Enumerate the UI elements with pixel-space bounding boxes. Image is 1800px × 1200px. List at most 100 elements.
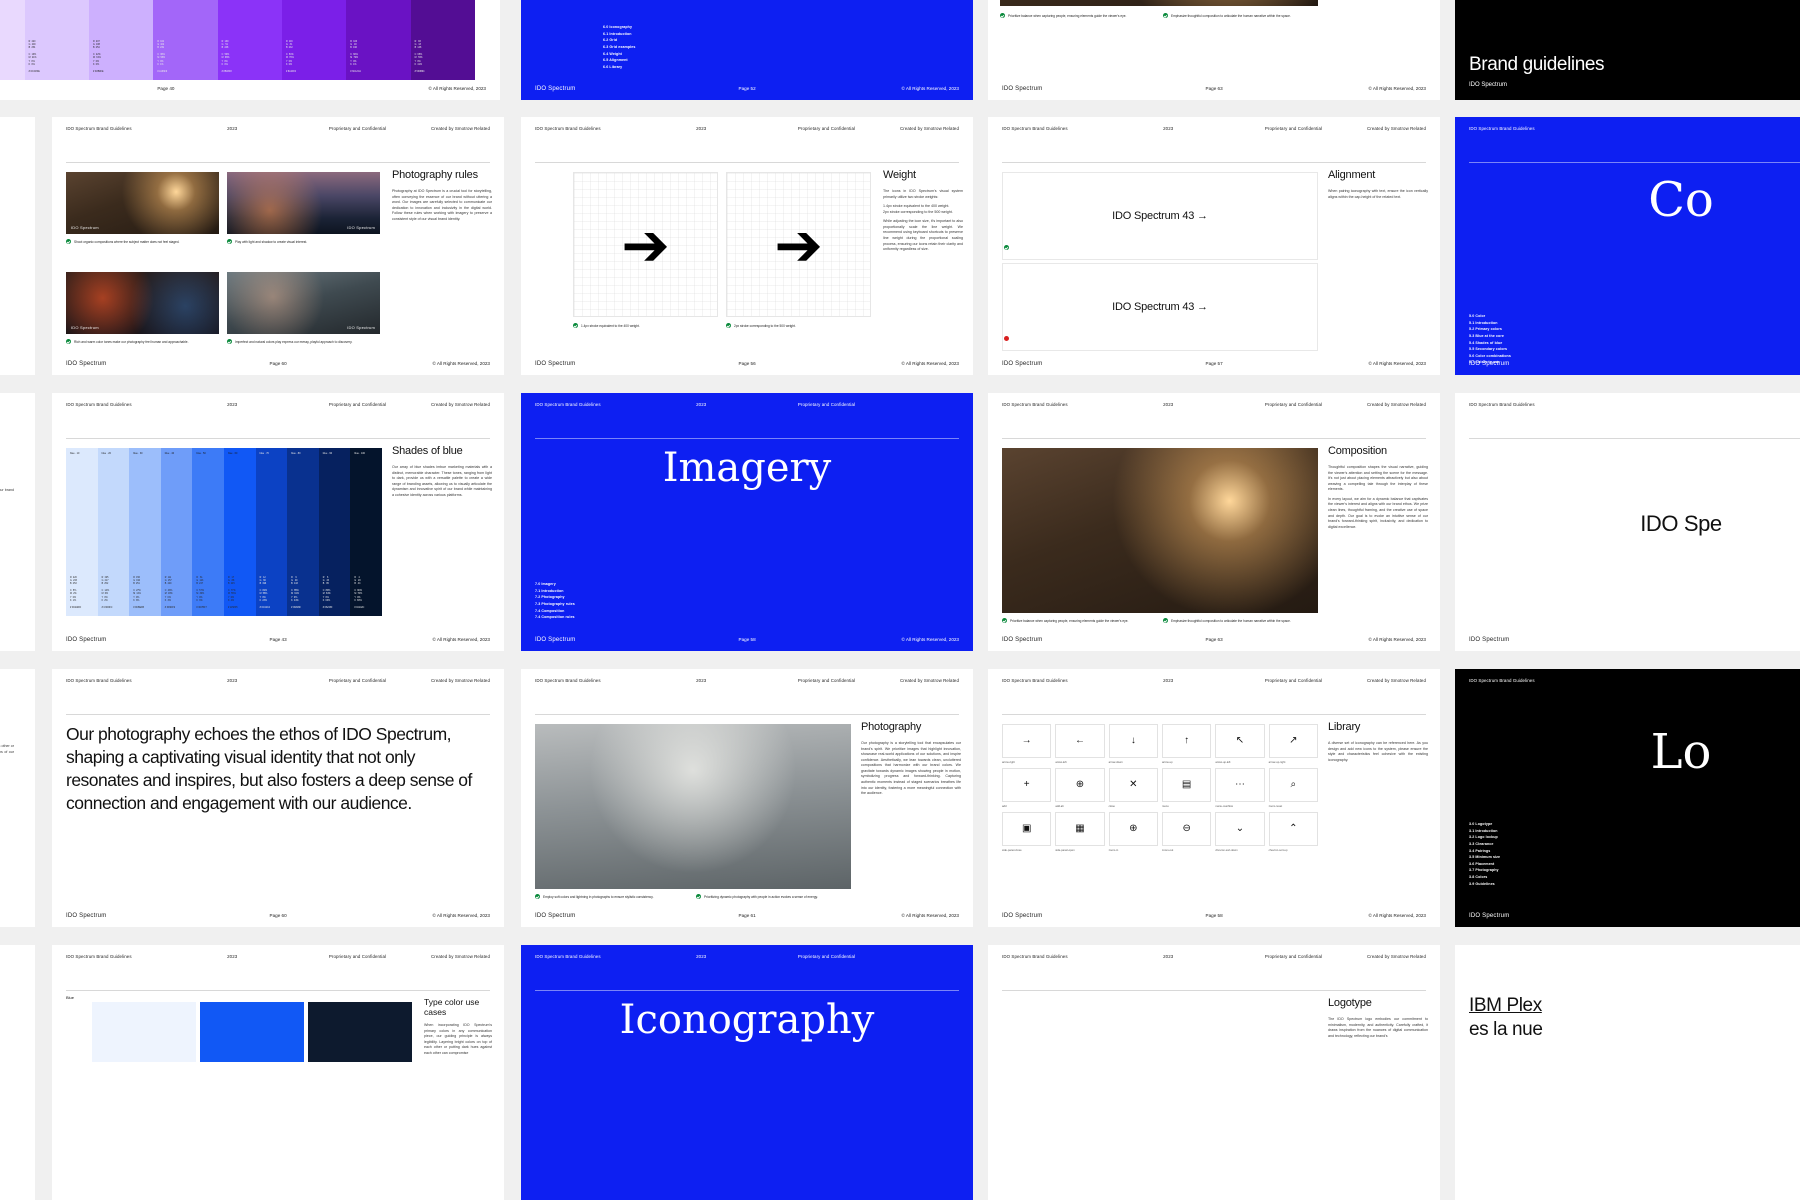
icon-library-cell[interactable]: ⊕ add-alt bbox=[1055, 768, 1105, 808]
zoom-in-icon[interactable]: ⊕ bbox=[1108, 812, 1158, 846]
menu-overflow-icon[interactable]: ⋯ bbox=[1215, 768, 1265, 802]
icon-library-cell[interactable]: ✕ close bbox=[1108, 768, 1158, 808]
toc-item[interactable]: 3.3 Clearance bbox=[1469, 841, 1500, 848]
slide-library[interactable]: IDO Spectrum Brand Guidelines 2023 Propr… bbox=[988, 669, 1440, 927]
arrow-up-left-icon[interactable]: ↖ bbox=[1215, 724, 1265, 758]
toc-item[interactable]: 6.1 Introduction bbox=[603, 31, 635, 38]
icon-library-cell[interactable]: ↖ arrow-up-left bbox=[1215, 724, 1265, 764]
color-swatch[interactable]: blue · 100 R 4 G 20 B 44 C 90% M 70% Y 0%… bbox=[350, 448, 382, 616]
color-swatch[interactable]: blue · 80 R 9 G 49 B 143 C 85% M 61% Y 0%… bbox=[287, 448, 319, 616]
toc-item[interactable]: 7.4 Composition rules bbox=[535, 614, 575, 621]
slide-imagery-divider[interactable]: IDO Spectrum Brand Guidelines 2023 Propr… bbox=[521, 393, 973, 651]
icon-library-cell[interactable]: ▤ menu bbox=[1161, 768, 1212, 808]
slide-type-rules-cut[interactable]: should be used when a hierarchy of text … bbox=[0, 393, 35, 651]
arrow-down-icon[interactable]: ↓ bbox=[1108, 724, 1158, 758]
icon-library-cell[interactable]: ▣ side-panel-close bbox=[1002, 812, 1052, 852]
toc-item[interactable]: 6.4 Weight bbox=[603, 51, 635, 58]
slide-iconography-divider[interactable]: 6.0 Iconography 6.1 Introduction 6.2 Grid 6… bbox=[521, 0, 973, 100]
color-swatch[interactable]: blue · 30 R 156 G 190 B 251 C 27% M 11% Y… bbox=[129, 448, 161, 616]
color-swatch[interactable]: R 106 G 18 B 196 C 60% M 79% Y 0% K 1% #… bbox=[346, 0, 411, 80]
zoom-out-icon[interactable]: ⊖ bbox=[1161, 812, 1212, 846]
add-alt-icon[interactable]: ⊕ bbox=[1055, 768, 1105, 802]
toc-item[interactable]: 5.4 Shades of blue bbox=[1469, 340, 1511, 347]
slide-type-color-use-cases[interactable]: IDO Spectrum Brand Guidelines 2023 Propr… bbox=[52, 945, 504, 1200]
icon-library-cell[interactable]: + add bbox=[1002, 768, 1052, 808]
toc-item[interactable]: 3.5 Minimum size bbox=[1469, 854, 1500, 861]
color-swatch[interactable]: R 207 G 188 B 254 C 22% M 31% Y 0% K 0% … bbox=[88, 0, 154, 80]
icon-library-cell[interactable]: ⌕ zoom-reset bbox=[1268, 768, 1318, 808]
slide-photography-rules[interactable]: IDO Spectrum Brand Guidelines 2023 Propr… bbox=[52, 117, 504, 375]
slide-shades-of-blue[interactable]: IDO Spectrum Brand Guidelines 2023 Propr… bbox=[52, 393, 504, 651]
close-icon[interactable]: ✕ bbox=[1108, 768, 1158, 802]
side-panel-close-icon[interactable]: ▣ bbox=[1002, 812, 1052, 846]
color-swatch[interactable]: blue · 10 R 220 G 233 B 253 C 5% M 2% Y 0… bbox=[66, 448, 98, 616]
chevron-sort-down-icon[interactable]: ⌄ bbox=[1215, 812, 1265, 846]
menu-icon[interactable]: ▤ bbox=[1161, 768, 1212, 802]
toc-item[interactable]: 3.2 Logo lockup bbox=[1469, 834, 1500, 841]
slide-spectrum-type[interactable]: IDO Spectrum Brand Guidelines IDO Spe ID… bbox=[1455, 393, 1800, 651]
toc-item[interactable]: 3.6 Placement bbox=[1469, 861, 1500, 868]
toc-item[interactable]: 6.2 Grid bbox=[603, 37, 635, 44]
slide-bottom-left-cut[interactable]: colors bbox=[0, 945, 35, 1200]
slide-photography[interactable]: IDO Spectrum Brand Guidelines 2023 Propr… bbox=[521, 669, 973, 927]
icon-library-cell[interactable]: ⌃ chevron-sort-up bbox=[1268, 812, 1318, 852]
slide-logotype[interactable]: IDO Spectrum Brand Guidelines 2023 Propr… bbox=[988, 945, 1440, 1200]
color-swatch[interactable]: blue · 90 R 6 G 33 B 95 C 89% M 64% Y 0% … bbox=[318, 448, 351, 616]
color-swatch[interactable]: blue · 50 R 61 G 123 B 247 C 57% M 30% Y … bbox=[192, 448, 224, 616]
icon-library-cell[interactable]: ↑ arrow-up bbox=[1161, 724, 1212, 764]
toc-item[interactable]: 7.3 Photography rules bbox=[535, 601, 575, 608]
icon-library-cell[interactable]: ⊖ zoom-out bbox=[1161, 812, 1212, 852]
color-swatch[interactable]: R 119 G 31 B 232 C 54% M 76% Y 0% K 0% #… bbox=[281, 0, 347, 80]
color-swatch[interactable]: R 220 G 200 B 254 C 13% M 21% Y 0% K 0% … bbox=[24, 0, 89, 80]
toc-item[interactable]: 5.2 Primary colors bbox=[1469, 326, 1511, 333]
add-icon[interactable]: + bbox=[1002, 768, 1052, 802]
color-swatch[interactable]: R 139 G 51 B 248 C 50% M 68% Y 0% K 0% #… bbox=[217, 0, 282, 80]
icon-library-cell[interactable]: ⌄ chevron-sort-down bbox=[1215, 812, 1265, 852]
toc-item[interactable]: 3.8 Colors bbox=[1469, 874, 1500, 881]
toc-item[interactable]: 5.3 Blue at the core bbox=[1469, 333, 1511, 340]
slide-purple-palette[interactable]: R 243 G 226 B 255 C 5% M 11% Y 0% K 0% #… bbox=[0, 0, 500, 100]
arrow-up-icon[interactable]: ↑ bbox=[1161, 724, 1212, 758]
toc-item[interactable]: 3.7 Photography bbox=[1469, 867, 1500, 874]
slide-logotype-divider[interactable]: IDO Spectrum Brand Guidelines Lo 3.0 Log… bbox=[1455, 669, 1800, 927]
toc-item[interactable]: 7.2 Photography bbox=[535, 594, 575, 601]
chevron-sort-up-icon[interactable]: ⌃ bbox=[1268, 812, 1318, 846]
slide-ibm-plex[interactable]: IBM Plex es la nue bbox=[1455, 945, 1800, 1200]
arrow-left-icon[interactable]: ← bbox=[1055, 724, 1105, 758]
slide-secondary-colors-cut[interactable]: IDO Spectrum Brand Guidelines palette fo… bbox=[0, 117, 35, 375]
toc-item[interactable]: 7.1 Introduction bbox=[535, 588, 575, 595]
color-swatch[interactable]: R 233 G 217 B 254 C 8% M 15% Y 0% K 0% #… bbox=[0, 0, 25, 80]
color-swatch[interactable]: blue · 20 R 195 G 217 B 252 C 14% M 6% Y … bbox=[97, 448, 130, 616]
toc-item[interactable]: 5.5 Secondary colors bbox=[1469, 346, 1511, 353]
toc-item[interactable]: 6.0 Iconography bbox=[603, 24, 635, 31]
icon-library-cell[interactable]: ⊕ zoom-in bbox=[1108, 812, 1158, 852]
slide-color-use-cases-cut[interactable]: ses IDO Spectrum in any communication pi… bbox=[0, 669, 35, 927]
toc-item[interactable]: 3.9 Guidelines bbox=[1469, 881, 1500, 888]
arrow-up-right-icon[interactable]: ↗ bbox=[1268, 724, 1318, 758]
toc-item[interactable]: 6.5 Alignment bbox=[603, 57, 635, 64]
arrow-right-icon[interactable]: → bbox=[1002, 724, 1052, 758]
toc-item[interactable]: 3.1 Introduction bbox=[1469, 828, 1500, 835]
toc-item[interactable]: 3.0 Logotype bbox=[1469, 821, 1500, 828]
slide-color-divider[interactable]: IDO Spectrum Brand Guidelines Co 5.0 Col… bbox=[1455, 117, 1800, 375]
icon-library-cell[interactable]: ▦ side-panel-open bbox=[1055, 812, 1105, 852]
toc-item[interactable]: 6.3 Grid examples bbox=[603, 44, 635, 51]
color-swatch[interactable]: blue · 60 R 17 G 88 B 245 C 77% M 55% Y 0… bbox=[223, 448, 256, 616]
toc-item[interactable]: 7.4 Composition bbox=[535, 608, 575, 615]
icon-library-cell[interactable]: ← arrow-left bbox=[1055, 724, 1105, 764]
icon-library-cell[interactable]: ⋯ menu-overflow bbox=[1215, 768, 1265, 808]
toc-item[interactable]: 6.6 Library bbox=[603, 64, 635, 71]
slide-brand-guidelines-cover[interactable]: Brand guidelines IDO Spectrum bbox=[1455, 0, 1800, 100]
toc-item[interactable]: 3.4 Pairings bbox=[1469, 848, 1500, 855]
slide-quote[interactable]: IDO Spectrum Brand Guidelines 2023 Propr… bbox=[52, 669, 504, 927]
slide-composition[interactable]: IDO Spectrum Brand Guidelines 2023 Propr… bbox=[988, 393, 1440, 651]
toc-item[interactable]: 5.0 Color bbox=[1469, 313, 1511, 320]
toc-item[interactable]: 5.6 Color combinations bbox=[1469, 353, 1511, 360]
icon-library-cell[interactable]: ↗ arrow-up-right bbox=[1268, 724, 1318, 764]
side-panel-open-icon[interactable]: ▦ bbox=[1055, 812, 1105, 846]
color-swatch[interactable]: blue · 70 R 12 G 66 B 196 C 82% M 56% Y 0… bbox=[255, 448, 288, 616]
slide-composition-top[interactable]: Prioritize balance when capturing people… bbox=[988, 0, 1440, 100]
color-swatch[interactable]: R 83 G 13 B 148 C 65% M 79% Y 0% K 41% #… bbox=[410, 0, 475, 80]
slide-iconography-divider-bottom[interactable]: IDO Spectrum Brand Guidelines 2023 Propr… bbox=[521, 945, 973, 1200]
color-swatch[interactable]: R 162 G 102 B 249 C 36% M 58% Y 0% K 1% … bbox=[153, 0, 218, 80]
